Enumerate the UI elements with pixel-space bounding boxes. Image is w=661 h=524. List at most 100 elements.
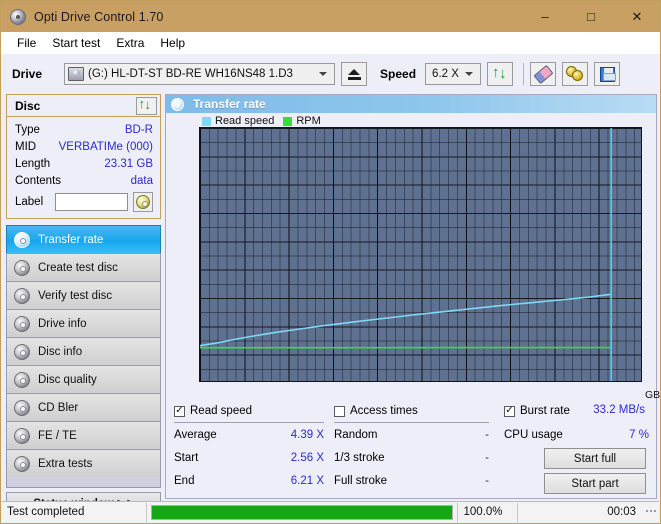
sidebar-item-cd-bler[interactable]: CD Bler bbox=[6, 393, 161, 421]
menu-item-file[interactable]: File bbox=[9, 34, 44, 52]
sidebar-item-drive-info[interactable]: Drive info bbox=[6, 309, 161, 337]
sidebar-filler bbox=[6, 477, 161, 488]
eject-icon bbox=[347, 68, 361, 80]
y-axis-tick-mark bbox=[199, 156, 200, 157]
disc-icon bbox=[14, 259, 30, 276]
sidebar-item-transfer-rate[interactable]: Transfer rate bbox=[6, 225, 161, 253]
start-part-button[interactable]: Start part bbox=[544, 473, 646, 494]
erase-button[interactable] bbox=[530, 62, 557, 86]
menu-item-extra[interactable]: Extra bbox=[108, 34, 152, 52]
menu-item-start-test[interactable]: Start test bbox=[44, 34, 108, 52]
stats-column-access-times: Access times Random - 1/3 stroke - Full … bbox=[334, 403, 489, 492]
sidebar-item-disc-quality[interactable]: Disc quality bbox=[6, 365, 161, 393]
sidebar-item-fe-te[interactable]: FE / TE bbox=[6, 421, 161, 449]
eraser-icon bbox=[533, 64, 554, 84]
tools-button[interactable] bbox=[562, 62, 589, 86]
stat-row-random: Random - bbox=[334, 423, 489, 446]
access-times-checkbox[interactable] bbox=[334, 405, 345, 417]
menu-item-help[interactable]: Help bbox=[152, 34, 193, 52]
application-window: Opti Drive Control 1.70 – □ ✕ File Start… bbox=[0, 0, 661, 524]
save-button[interactable] bbox=[594, 62, 621, 86]
sidebar-item-verify-test-disc[interactable]: Verify test disc bbox=[6, 281, 161, 309]
stat-value: - bbox=[485, 474, 489, 487]
disc-icon bbox=[14, 399, 30, 416]
title-bar: Opti Drive Control 1.70 – □ ✕ bbox=[1, 1, 660, 32]
chart-x-unit-label: GB bbox=[645, 389, 661, 401]
stat-value: 4.39 X bbox=[290, 428, 324, 441]
stat-row-cpu-usage: CPU usage 7 % bbox=[504, 423, 649, 446]
app-disc-icon bbox=[10, 8, 26, 25]
sidebar-item-extra-tests[interactable]: Extra tests bbox=[6, 449, 161, 477]
sidebar-item-label: Disc info bbox=[38, 345, 83, 358]
resize-grip[interactable] bbox=[644, 510, 659, 514]
disc-row-type: Type BD-R bbox=[15, 121, 153, 138]
chart-plot[interactable]: 2 X4 X6 X8 X10 X12 X14 X16 X18 X 0.02.55… bbox=[199, 127, 642, 382]
chart-legend: Read speed RPM bbox=[202, 115, 330, 127]
disc-icon bbox=[135, 195, 150, 209]
stat-row-start: Start 2.56 X bbox=[174, 446, 324, 469]
sidebar-item-label: CD Bler bbox=[38, 401, 79, 414]
stat-row-average: Average 4.39 X bbox=[174, 423, 324, 446]
legend-label-rpm: RPM bbox=[296, 115, 321, 127]
stat-value: - bbox=[485, 428, 489, 441]
series-line-read-speed bbox=[200, 293, 612, 347]
sidebar-item-label: Disc quality bbox=[38, 373, 97, 386]
drive-select[interactable]: (G:) HL-DT-ST BD-RE WH16NS48 1.D3 bbox=[64, 63, 336, 85]
y-axis-tick-mark bbox=[199, 184, 200, 185]
sidebar-item-label: Verify test disc bbox=[38, 289, 113, 302]
disc-key: Contents bbox=[15, 174, 62, 187]
sidebar-item-disc-info[interactable]: Disc info bbox=[6, 337, 161, 365]
menu-bar: File Start test Extra Help bbox=[1, 32, 660, 54]
divider bbox=[145, 502, 147, 522]
sidebar-item-create-test-disc[interactable]: Create test disc bbox=[6, 253, 161, 281]
refresh-icon: ↑ ↓ bbox=[492, 64, 507, 82]
chart-area: Read speed RPM 2 X4 X6 X8 X10 X12 X14 X1… bbox=[166, 113, 660, 403]
save-icon bbox=[599, 66, 616, 82]
chart-title: Transfer rate bbox=[193, 97, 266, 111]
stat-value: - bbox=[485, 451, 489, 464]
disc-info-body: Type BD-R MID VERBATIMe (000) Length 23.… bbox=[7, 117, 160, 218]
access-times-checkbox-label: Access times bbox=[350, 405, 418, 417]
window-title: Opti Drive Control 1.70 bbox=[34, 9, 164, 24]
burst-rate-checkbox[interactable] bbox=[504, 405, 515, 417]
progress-bar bbox=[150, 504, 453, 520]
disc-icon bbox=[14, 371, 30, 388]
disc-label-key: Label bbox=[15, 196, 44, 208]
disc-icon bbox=[14, 315, 30, 332]
status-message: Test completed bbox=[7, 506, 85, 518]
disc-label-input[interactable] bbox=[54, 193, 128, 211]
disc-info-title: Disc bbox=[15, 98, 41, 113]
speed-label: Speed bbox=[380, 67, 417, 81]
disc-key: Type bbox=[15, 123, 40, 136]
access-times-checkbox-row[interactable]: Access times bbox=[334, 403, 489, 419]
disc-icon bbox=[14, 231, 30, 248]
stats-column-burst-rate: Burst rate 33.2 MB/s CPU usage 7 % Start… bbox=[504, 403, 649, 494]
close-button[interactable]: ✕ bbox=[614, 1, 660, 32]
window-controls: – □ ✕ bbox=[522, 1, 660, 32]
stat-key: CPU usage bbox=[504, 428, 563, 441]
y-axis-tick-mark bbox=[199, 241, 200, 242]
speed-select[interactable]: 6.2 X bbox=[425, 63, 482, 85]
eject-button[interactable] bbox=[341, 62, 368, 86]
disc-row-mid: MID VERBATIMe (000) bbox=[15, 138, 153, 155]
disc-label-button[interactable] bbox=[132, 192, 153, 212]
stat-key: Start bbox=[174, 451, 199, 464]
refresh-button[interactable]: ↑ ↓ bbox=[487, 62, 514, 86]
disc-key: Length bbox=[15, 157, 51, 170]
y-axis-tick-mark bbox=[199, 128, 200, 129]
stat-value: 6.21 X bbox=[290, 474, 324, 487]
stat-value: 7 % bbox=[629, 428, 649, 441]
chevron-down-icon bbox=[465, 72, 474, 76]
start-full-button[interactable]: Start full bbox=[544, 448, 646, 469]
progress-percent: 100.0% bbox=[463, 506, 503, 518]
minimize-button[interactable]: – bbox=[522, 1, 568, 32]
stats-column-read-speed: Read speed Average 4.39 X Start 2.56 X E… bbox=[174, 403, 324, 492]
read-speed-checkbox[interactable] bbox=[174, 405, 185, 417]
read-speed-checkbox-row[interactable]: Read speed bbox=[174, 403, 324, 419]
sidebar-item-label: Create test disc bbox=[38, 261, 118, 274]
toolbar-separator bbox=[523, 63, 525, 85]
burst-rate-checkbox-row[interactable]: Burst rate 33.2 MB/s bbox=[504, 403, 649, 419]
maximize-button[interactable]: □ bbox=[568, 1, 614, 32]
disc-refresh-button[interactable]: ↑ ↓ bbox=[136, 96, 157, 115]
disc-row-contents: Contents data bbox=[15, 172, 153, 189]
